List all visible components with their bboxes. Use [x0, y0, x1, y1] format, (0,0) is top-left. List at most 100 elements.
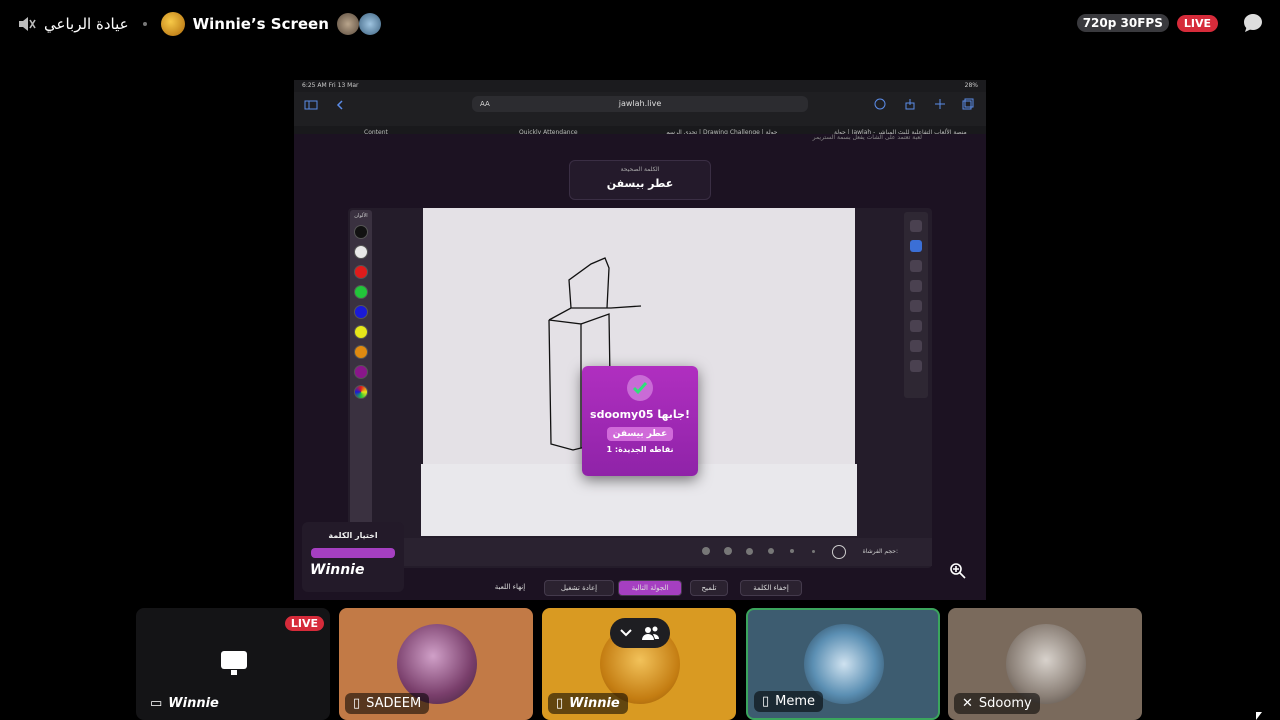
tile-name-tag: ▯ Winnie: [548, 693, 628, 714]
people-icon: [642, 626, 659, 640]
reader-aa[interactable]: AA: [480, 96, 490, 112]
eraser-tool-icon[interactable]: [910, 240, 922, 252]
pen-tool-icon[interactable]: [910, 220, 922, 232]
viewer-avatar[interactable]: [358, 13, 381, 35]
mouse-cursor: [1256, 712, 1262, 720]
tabs-overview-icon[interactable]: [962, 98, 974, 110]
color-swatch[interactable]: [354, 285, 368, 299]
address-bar[interactable]: AA jawlah.live: [472, 96, 808, 112]
brush-size-option[interactable]: [746, 548, 753, 555]
popup-winner-text: sdoomy05 جابها!: [590, 408, 690, 421]
tile-name: Meme: [775, 694, 816, 709]
color-swatch[interactable]: [354, 325, 368, 339]
popup-word: عطر بيسفن: [606, 427, 674, 441]
color-swatch[interactable]: [354, 305, 368, 319]
restart-button[interactable]: إعادة تشغيل: [544, 580, 614, 596]
popup-points: نقاطه الجديدة: 1: [606, 445, 674, 454]
color-swatch[interactable]: [354, 365, 368, 379]
tile-name-tag: ✕ Sdoomy: [954, 693, 1040, 714]
participant-tile-sdoomy[interactable]: ✕ Sdoomy: [948, 608, 1142, 720]
user-name: عيادة الرباعي: [44, 15, 129, 33]
participant-tile-winnie-stream[interactable]: LIVE ▭ Winnie: [136, 608, 330, 720]
participants-toggle-button[interactable]: [610, 618, 670, 648]
color-swatch[interactable]: [354, 245, 368, 259]
bucket-tool-icon[interactable]: [910, 340, 922, 352]
stream-status: 720p 30FPS LIVE: [1076, 12, 1264, 34]
participant-tile-sadeem[interactable]: ▯ SADEEM: [339, 608, 533, 720]
top-bar: عيادة الرباعي Winnie’s Screen 720p 30FPS…: [0, 0, 1280, 48]
safari-toolbar: AA jawlah.live: [294, 92, 986, 126]
word-pick-panel[interactable]: اختيار الكلمة: [302, 522, 404, 592]
correct-word-caption: الكلمة الصحيحة: [620, 166, 660, 173]
hint-button[interactable]: تلميح: [690, 580, 728, 596]
palette-title: الألوان: [354, 213, 368, 219]
color-palette: الألوان: [350, 210, 372, 536]
separator-dot: [142, 22, 147, 26]
correct-guess-popup: sdoomy05 جابها! عطر بيسفن نقاطه الجديدة:…: [582, 366, 698, 476]
brush-size-option[interactable]: [768, 548, 774, 554]
tile-name: Winnie: [569, 696, 620, 711]
tile-name-tag: ▭ Winnie: [142, 693, 227, 714]
screen-icon: ▭: [150, 696, 163, 711]
tile-name-tag: ▯ Meme: [754, 691, 824, 712]
screen-title: Winnie’s Screen: [192, 15, 329, 33]
fill-rect-tool-icon[interactable]: [910, 320, 922, 332]
live-badge: LIVE: [1176, 14, 1218, 32]
mobile-icon: ▯: [556, 696, 564, 711]
mobile-icon: ▯: [353, 696, 361, 711]
brush-size-selected[interactable]: [832, 545, 846, 559]
brush-size-label: حجم الفرشاة:: [862, 548, 898, 555]
tile-name-tag: ▯ SADEEM: [345, 693, 430, 714]
ios-time: 6:25 AM Fri 13 Mar: [302, 82, 359, 89]
brush-size-bar: حجم الفرشاة:: [348, 538, 932, 566]
tile-name: Winnie: [168, 696, 219, 711]
ios-battery: 28%: [964, 82, 978, 89]
tool-bar: [904, 212, 928, 398]
correct-word: عطر بيسفن: [606, 177, 674, 190]
tile-live-badge: LIVE: [284, 616, 324, 631]
fill-circle-tool-icon[interactable]: [910, 300, 922, 312]
next-round-button[interactable]: الجولة التالية: [618, 580, 682, 596]
color-swatch[interactable]: [354, 265, 368, 279]
zoom-in-icon[interactable]: [949, 562, 967, 580]
mic-muted-icon: ✕: [962, 696, 973, 711]
screen-share-icon: [221, 651, 247, 675]
quality-badge: 720p 30FPS: [1076, 14, 1169, 32]
chevron-down-icon: [620, 629, 632, 637]
chat-icon[interactable]: [1242, 12, 1264, 34]
brush-size-option[interactable]: [724, 547, 732, 555]
custom-color-swatch[interactable]: [354, 385, 368, 399]
tile-name: Sdoomy: [978, 696, 1032, 711]
page-subtitle: لعبة تعتمد على الشات يفعل بسمة الستريمر: [812, 134, 922, 141]
winnie-watermark: Winnie: [310, 562, 365, 578]
download-icon[interactable]: [874, 98, 886, 110]
circle-tool-icon[interactable]: [910, 260, 922, 272]
new-tab-icon[interactable]: [934, 98, 946, 110]
ios-status-bar: 6:25 AM Fri 13 Mar 28%: [294, 80, 986, 92]
checkmark-icon: [627, 375, 653, 401]
url-text: jawlah.live: [618, 99, 662, 108]
tile-name: SADEEM: [366, 696, 422, 711]
rectangle-tool-icon[interactable]: [910, 280, 922, 292]
participant-tile-meme[interactable]: ▯ Meme: [746, 608, 940, 720]
stream-header: عيادة الرباعي Winnie’s Screen: [16, 12, 381, 36]
line-tool-icon[interactable]: [910, 360, 922, 372]
word-pick-title: اختيار الكلمة: [328, 531, 378, 540]
color-swatch[interactable]: [354, 345, 368, 359]
hide-word-button[interactable]: إخفاء الكلمة: [740, 580, 802, 596]
word-pick-bar[interactable]: [311, 548, 395, 558]
mobile-icon: ▯: [762, 694, 770, 709]
avatar: [397, 624, 477, 704]
brush-size-option[interactable]: [812, 550, 815, 553]
brush-size-option[interactable]: [790, 549, 794, 553]
brush-size-option[interactable]: [702, 547, 710, 555]
avatar: [1006, 624, 1086, 704]
correct-word-box: الكلمة الصحيحة عطر بيسفن: [569, 160, 711, 200]
back-icon[interactable]: [336, 100, 344, 110]
color-swatch[interactable]: [354, 225, 368, 239]
speaker-muted-icon[interactable]: [16, 14, 36, 34]
end-game-button[interactable]: إنهاء اللعبة: [480, 580, 540, 596]
share-icon[interactable]: [904, 98, 916, 110]
viewer-avatar[interactable]: [336, 13, 359, 35]
sidebar-icon[interactable]: [304, 100, 318, 110]
